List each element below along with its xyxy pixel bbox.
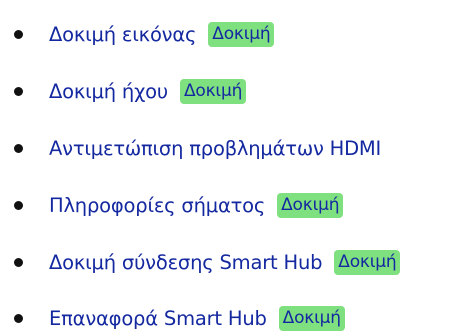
- signal-information-link[interactable]: Πληροφορίες σήματος Δοκιμή: [49, 185, 344, 225]
- try-now-badge[interactable]: Δοκιμή: [208, 21, 275, 47]
- hdmi-troubleshooting-link[interactable]: Αντιμετώπιση προβλημάτων HDMI: [49, 128, 381, 168]
- bullet-icon: [14, 201, 23, 210]
- list-item-signal-information: Πληροφορίες σήματος Δοκιμή: [0, 185, 473, 225]
- try-now-badge[interactable]: Δοκιμή: [179, 78, 247, 104]
- list-item-hdmi-troubleshooting: Αντιμετώπιση προβλημάτων HDMI: [0, 128, 473, 168]
- try-now-badge[interactable]: Δοκιμή: [277, 192, 344, 218]
- item-label: Πληροφορίες σήματος: [49, 193, 266, 217]
- item-label: Δοκιμή εικόνας: [49, 22, 197, 46]
- item-label: Δοκιμή σύνδεσης Smart Hub: [49, 250, 323, 274]
- bullet-icon: [14, 144, 23, 153]
- try-now-badge[interactable]: Δοκιμή: [278, 305, 345, 331]
- item-label: Επαναφορά Smart Hub: [49, 306, 267, 330]
- sound-test-link[interactable]: Δοκιμή ήχου Δοκιμή: [49, 71, 247, 111]
- list-item-sound-test: Δοκιμή ήχου Δοκιμή: [0, 71, 473, 111]
- menu-list: Δοκιμή εικόνας Δοκιμή Δοκιμή ήχου Δοκιμή…: [0, 0, 473, 336]
- bullet-icon: [14, 87, 23, 96]
- list-item-smart-hub-connection-test: Δοκιμή σύνδεσης Smart Hub Δοκιμή: [0, 242, 473, 282]
- item-label: Αντιμετώπιση προβλημάτων HDMI: [49, 136, 382, 160]
- list-item-reset-smart-hub: Επαναφορά Smart Hub Δοκιμή: [0, 298, 473, 336]
- list-item-picture-test: Δοκιμή εικόνας Δοκιμή: [0, 14, 473, 54]
- picture-test-link[interactable]: Δοκιμή εικόνας Δοκιμή: [49, 14, 275, 54]
- bullet-icon: [14, 30, 23, 39]
- bullet-icon: [14, 258, 23, 267]
- item-label: Δοκιμή ήχου: [49, 79, 168, 103]
- reset-smart-hub-link[interactable]: Επαναφορά Smart Hub Δοκιμή: [49, 298, 345, 336]
- try-now-badge[interactable]: Δοκιμή: [334, 249, 401, 275]
- bullet-icon: [14, 314, 23, 323]
- smart-hub-connection-test-link[interactable]: Δοκιμή σύνδεσης Smart Hub Δοκιμή: [49, 242, 401, 282]
